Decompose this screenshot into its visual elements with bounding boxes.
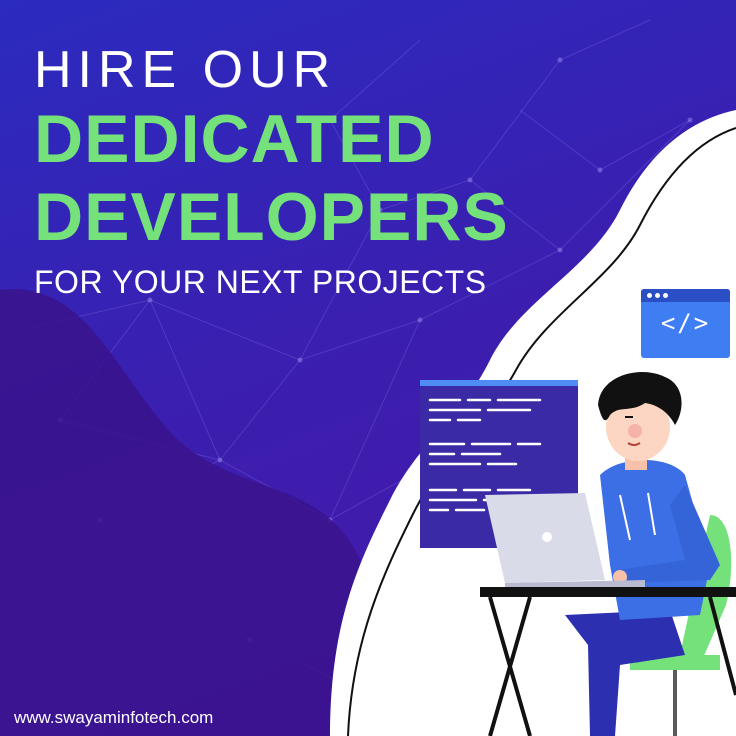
code-window-icon: </> <box>641 289 730 358</box>
developer-illustration <box>480 372 736 736</box>
poster: HIRE OUR DEDICATED DEVELOPERS FOR YOUR N… <box>0 0 736 736</box>
code-window-titlebar <box>641 289 730 302</box>
dark-wave-shape <box>0 289 380 736</box>
headline-line1: HIRE OUR <box>34 41 337 99</box>
headline: HIRE OUR DEDICATED DEVELOPERS FOR YOUR N… <box>34 40 509 304</box>
window-dot <box>663 293 668 298</box>
headline-line3: DEVELOPERS <box>34 179 509 255</box>
headline-line4: FOR YOUR NEXT PROJECTS <box>34 264 487 300</box>
window-dot <box>647 293 652 298</box>
desk-top <box>480 587 736 597</box>
developer-legs <box>565 610 685 736</box>
code-tag-glyph: </> <box>660 309 711 337</box>
window-dot <box>655 293 660 298</box>
headline-line2: DEDICATED <box>34 101 435 177</box>
website-url[interactable]: www.swayaminfotech.com <box>14 708 213 728</box>
